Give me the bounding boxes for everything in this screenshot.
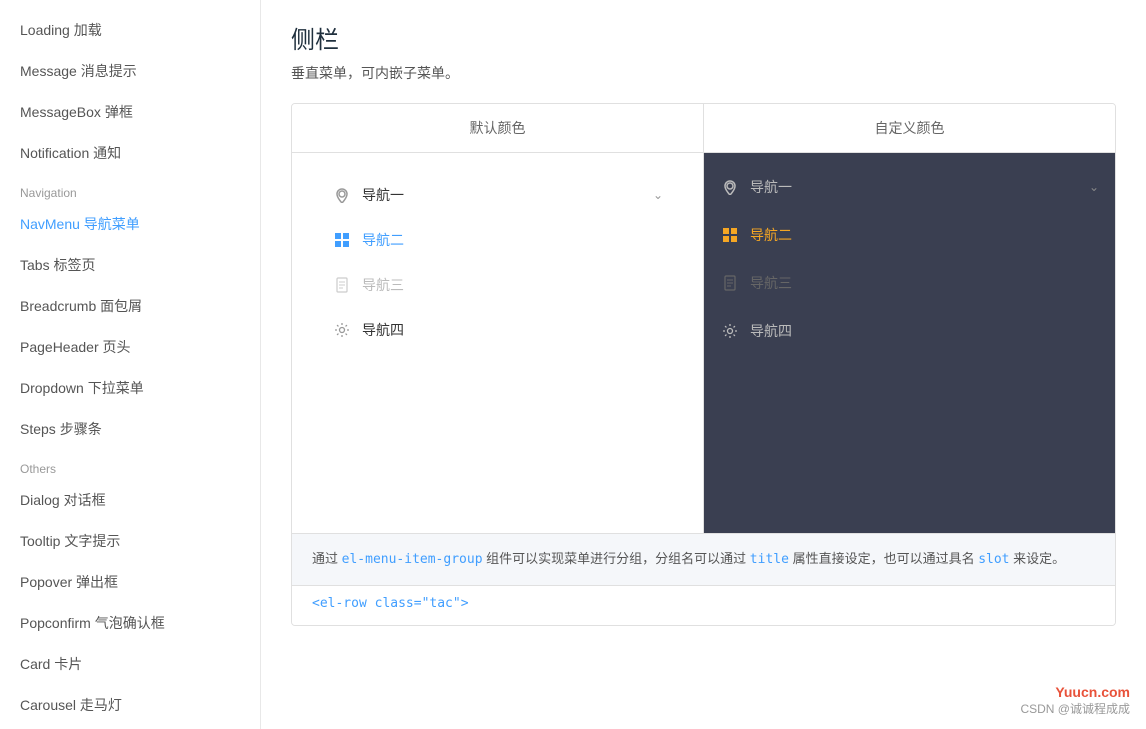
sidebar-item-navmenu[interactable]: NavMenu 导航菜单 [0,204,260,245]
sidebar-section-navigation: Navigation [0,174,260,204]
custom-menu-item-nav3: 导航三 [704,259,1115,307]
menu-item-nav4[interactable]: 导航四 [322,308,673,353]
sidebar-section-others: Others [0,450,260,480]
custom-menu-item-nav1[interactable]: 导航一 ⌄ [704,163,1115,211]
custom-menu-item-nav4[interactable]: 导航四 [704,307,1115,355]
location-icon [332,185,352,205]
code-block: <el-row class="tac"> [292,585,1115,625]
demo-col-custom-header: 自定义颜色 [704,104,1115,153]
desc-block: 通过 el-menu-item-group 组件可以实现菜单进行分组，分组名可以… [292,533,1115,585]
custom-menu-item-nav4-label: 导航四 [750,321,792,341]
sidebar-item-message[interactable]: Message 消息提示 [0,51,260,92]
watermark-sub: CSDN @诚诚程成成 [1020,700,1130,717]
menu-item-nav3: 导航三 [322,263,673,308]
menu-item-nav4-label: 导航四 [362,320,663,340]
demo-container: 默认颜色 导航一 ⌄ 导航二 [291,103,1116,626]
desc-code1: el-menu-item-group [342,552,483,567]
code-text: <el-row class="tac"> [312,596,469,611]
sidebar-item-notification[interactable]: Notification 通知 [0,133,260,174]
sidebar: Loading 加载 Message 消息提示 MessageBox 弹框 No… [0,0,261,729]
custom-sidebar: 导航一 ⌄ 导航二 导航三 [704,153,1115,533]
sidebar-item-tooltip[interactable]: Tooltip 文字提示 [0,521,260,562]
watermark-brand: Yuucn.com [1020,684,1130,700]
sidebar-item-pageheader[interactable]: PageHeader 页头 [0,327,260,368]
demo-col-custom: 自定义颜色 导航一 ⌄ 导航二 [704,104,1115,533]
sidebar-item-dialog[interactable]: Dialog 对话框 [0,480,260,521]
menu-item-nav2[interactable]: 导航二 [322,218,673,263]
menu-item-nav1-label: 导航一 [362,185,653,205]
menu-item-nav2-label: 导航二 [362,230,663,250]
demo-col-default: 默认颜色 导航一 ⌄ 导航二 [292,104,704,533]
sidebar-item-carousel[interactable]: Carousel 走马灯 [0,685,260,726]
main-content: 侧栏 垂直菜单，可内嵌子菜单。 默认颜色 导航一 ⌄ [261,0,1146,729]
demo-col-default-body: 导航一 ⌄ 导航二 导航三 [292,153,703,373]
desc-code3: slot [978,552,1009,567]
desc-text-after: 来设定。 [1013,551,1065,566]
custom-chevron-down-icon: ⌄ [1089,180,1099,194]
watermark: Yuucn.com CSDN @诚诚程成成 [1020,684,1130,717]
sidebar-item-popconfirm[interactable]: Popconfirm 气泡确认框 [0,603,260,644]
desc-text-middle2: 属性直接设定，也可以通过具名 [793,551,975,566]
page-title: 侧栏 [291,20,1116,55]
sidebar-item-dropdown[interactable]: Dropdown 下拉菜单 [0,368,260,409]
custom-gear-icon [720,321,740,341]
demo-columns: 默认颜色 导航一 ⌄ 导航二 [292,104,1115,533]
desc-text-middle1: 组件可以实现菜单进行分组，分组名可以通过 [486,551,746,566]
sidebar-item-breadcrumb[interactable]: Breadcrumb 面包屑 [0,286,260,327]
sidebar-item-loading[interactable]: Loading 加载 [0,10,260,51]
menu-item-nav1[interactable]: 导航一 ⌄ [322,173,673,218]
menu-item-nav3-label: 导航三 [362,275,663,295]
custom-location-icon [720,177,740,197]
sidebar-item-popover[interactable]: Popover 弹出框 [0,562,260,603]
page-subtitle: 垂直菜单，可内嵌子菜单。 [291,63,1116,83]
sidebar-item-tabs[interactable]: Tabs 标签页 [0,245,260,286]
demo-col-default-header: 默认颜色 [292,104,703,153]
custom-menu-item-nav1-label: 导航一 [750,177,792,197]
desc-text-before: 通过 [312,551,338,566]
chevron-down-icon: ⌄ [653,188,663,202]
custom-grid-icon [720,225,740,245]
sidebar-item-card[interactable]: Card 卡片 [0,644,260,685]
grid-icon [332,230,352,250]
custom-menu-item-nav3-label: 导航三 [750,273,792,293]
custom-doc-icon [720,273,740,293]
custom-menu-item-nav2[interactable]: 导航二 [704,211,1115,259]
doc-icon [332,275,352,295]
desc-code2: title [750,552,789,567]
gear-icon [332,320,352,340]
sidebar-item-messagebox[interactable]: MessageBox 弹框 [0,92,260,133]
custom-menu-item-nav2-label: 导航二 [750,225,792,245]
sidebar-item-steps[interactable]: Steps 步骤条 [0,409,260,450]
